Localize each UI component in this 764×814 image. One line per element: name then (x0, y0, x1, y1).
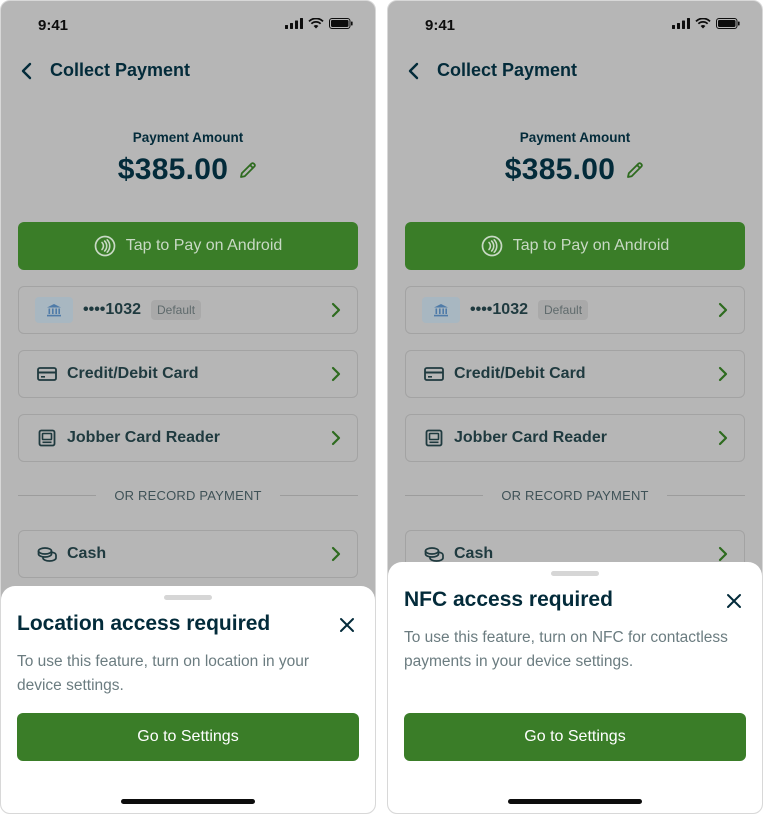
contactless-icon (94, 235, 116, 257)
record-payment-divider: OR RECORD PAYMENT (18, 488, 358, 503)
go-to-settings-button[interactable]: Go to Settings (404, 713, 746, 761)
payment-amount-value: $385.00 (117, 153, 229, 186)
header: Collect Payment (1, 57, 375, 85)
phone-screen-location: 9:41 Collect Payment Payment Amount $385… (0, 0, 376, 814)
default-badge: Default (538, 300, 589, 320)
card-reader-icon (35, 429, 59, 447)
coins-icon (422, 545, 446, 563)
sheet-title: NFC access required (404, 588, 613, 611)
payment-amount-row: $385.00 (388, 153, 762, 187)
page-title: Collect Payment (50, 60, 191, 80)
record-payment-label: OR RECORD PAYMENT (114, 488, 262, 503)
chevron-right-icon (718, 365, 728, 383)
bank-account-row[interactable]: ••••1032 Default (405, 286, 745, 334)
jobber-card-reader-row[interactable]: Jobber Card Reader (405, 414, 745, 462)
page-title: Collect Payment (437, 60, 578, 80)
status-time: 9:41 (38, 17, 69, 34)
card-reader-icon (422, 429, 446, 447)
cash-row[interactable]: Cash (18, 530, 358, 578)
chevron-left-icon[interactable] (402, 59, 426, 83)
payment-amount-label: Payment Amount (519, 130, 631, 145)
bank-icon (35, 297, 73, 323)
record-payment-divider: OR RECORD PAYMENT (405, 488, 745, 503)
contactless-icon (481, 235, 503, 257)
cellular-signal-icon (672, 18, 690, 29)
battery-icon (716, 18, 740, 29)
chevron-right-icon (718, 301, 728, 319)
credit-debit-card-row[interactable]: Credit/Debit Card (18, 350, 358, 398)
sheet-body-text: To use this feature, turn on location in… (17, 653, 310, 694)
jobber-card-reader-label: Jobber Card Reader (454, 429, 607, 446)
sheet-drag-handle[interactable] (551, 571, 599, 576)
chevron-right-icon (718, 545, 728, 563)
cash-label: Cash (67, 545, 107, 562)
go-to-settings-button[interactable]: Go to Settings (17, 713, 359, 761)
bank-account-row[interactable]: ••••1032 Default (18, 286, 358, 334)
pencil-icon[interactable] (625, 160, 645, 180)
location-access-sheet: Location access required To use this fea… (1, 586, 375, 813)
chevron-right-icon (331, 429, 341, 447)
status-icons (672, 18, 740, 29)
tap-to-pay-label: Tap to Pay on Android (125, 237, 283, 254)
wifi-icon (695, 18, 711, 29)
nfc-access-sheet: NFC access required To use this feature,… (388, 562, 762, 813)
credit-card-icon (35, 366, 59, 382)
bank-account-number: ••••1032 (83, 301, 141, 318)
status-icons (285, 18, 353, 29)
jobber-card-reader-row[interactable]: Jobber Card Reader (18, 414, 358, 462)
header: Collect Payment (388, 57, 762, 85)
chevron-left-icon[interactable] (15, 59, 39, 83)
bank-icon (422, 297, 460, 323)
payment-amount-value: $385.00 (504, 153, 616, 186)
home-indicator (121, 799, 255, 804)
tap-to-pay-button[interactable]: Tap to Pay on Android (405, 222, 745, 270)
home-indicator (508, 799, 642, 804)
close-icon[interactable] (722, 589, 746, 613)
chevron-right-icon (331, 365, 341, 383)
coins-icon (35, 545, 59, 563)
close-icon[interactable] (335, 613, 359, 637)
payment-amount-row: $385.00 (1, 153, 375, 187)
battery-icon (329, 18, 353, 29)
tap-to-pay-button[interactable]: Tap to Pay on Android (18, 222, 358, 270)
status-bar: 9:41 (388, 1, 762, 49)
record-payment-label: OR RECORD PAYMENT (501, 488, 649, 503)
chevron-right-icon (718, 429, 728, 447)
sheet-body-text: To use this feature, turn on NFC for con… (404, 629, 728, 670)
chevron-right-icon (331, 301, 341, 319)
bank-account-number: ••••1032 (470, 301, 528, 318)
credit-debit-card-row[interactable]: Credit/Debit Card (405, 350, 745, 398)
credit-debit-card-label: Credit/Debit Card (67, 365, 199, 382)
status-bar: 9:41 (1, 1, 375, 49)
credit-debit-card-label: Credit/Debit Card (454, 365, 586, 382)
credit-card-icon (422, 366, 446, 382)
jobber-card-reader-label: Jobber Card Reader (67, 429, 220, 446)
status-time: 9:41 (425, 17, 456, 34)
cellular-signal-icon (285, 18, 303, 29)
tap-to-pay-label: Tap to Pay on Android (512, 237, 670, 254)
cash-label: Cash (454, 545, 494, 562)
payment-amount-label: Payment Amount (132, 130, 244, 145)
wifi-icon (308, 18, 324, 29)
chevron-right-icon (331, 545, 341, 563)
sheet-drag-handle[interactable] (164, 595, 212, 600)
sheet-title: Location access required (17, 612, 271, 635)
pencil-icon[interactable] (238, 160, 258, 180)
phone-screen-nfc: 9:41 Collect Payment Payment Amount $385… (387, 0, 763, 814)
default-badge: Default (151, 300, 202, 320)
